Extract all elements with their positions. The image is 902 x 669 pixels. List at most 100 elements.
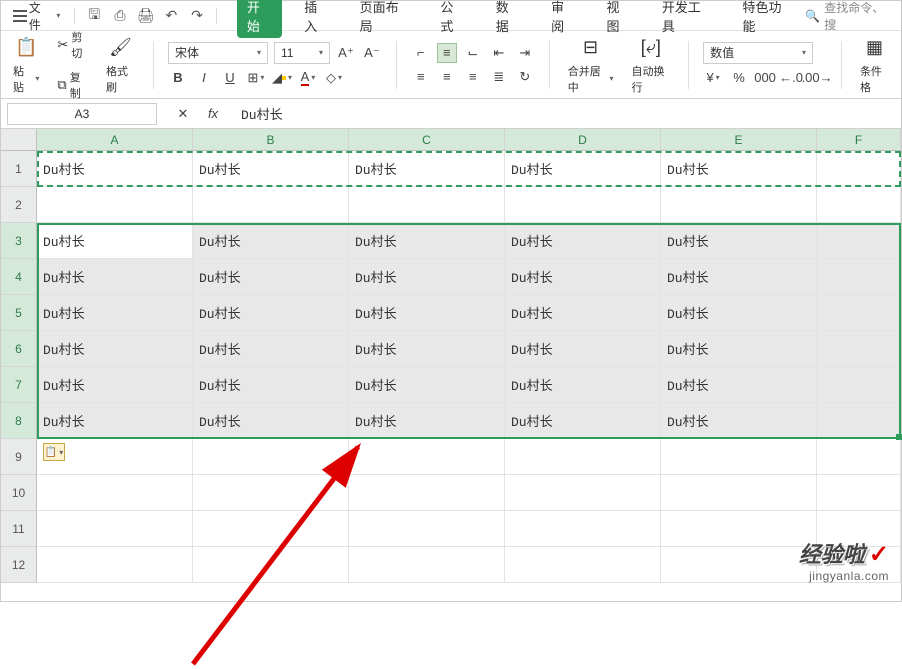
- cell[interactable]: [661, 511, 817, 547]
- cell[interactable]: [37, 475, 193, 511]
- bold-button[interactable]: B: [168, 68, 188, 88]
- cell[interactable]: Du村长: [193, 295, 349, 331]
- cell[interactable]: [37, 187, 193, 223]
- merge-center-button[interactable]: ⊟ 合并居中▾: [564, 33, 618, 97]
- col-header-E[interactable]: E: [661, 129, 817, 150]
- cell[interactable]: [349, 475, 505, 511]
- cell[interactable]: [193, 511, 349, 547]
- row-header[interactable]: 5: [1, 295, 37, 331]
- cell[interactable]: Du村长: [349, 223, 505, 259]
- cell[interactable]: [193, 187, 349, 223]
- align-center-icon[interactable]: ≡: [437, 67, 457, 87]
- cell[interactable]: Du村长: [349, 295, 505, 331]
- row-header[interactable]: 9: [1, 439, 37, 475]
- col-header-C[interactable]: C: [349, 129, 505, 150]
- increase-font-icon[interactable]: A⁺: [336, 43, 356, 63]
- redo-icon[interactable]: ↷: [186, 5, 208, 27]
- cell[interactable]: [505, 475, 661, 511]
- cell[interactable]: [817, 475, 901, 511]
- cell[interactable]: [37, 547, 193, 583]
- cell[interactable]: [661, 547, 817, 583]
- cell[interactable]: Du村长: [505, 403, 661, 439]
- row-header[interactable]: 12: [1, 547, 37, 583]
- search-command[interactable]: 🔍 查找命令、搜: [805, 0, 895, 33]
- cell[interactable]: Du村长: [193, 151, 349, 187]
- cell[interactable]: [661, 475, 817, 511]
- cut-button[interactable]: ✂剪切: [53, 27, 92, 63]
- cell[interactable]: Du村长: [349, 331, 505, 367]
- border-button[interactable]: ⊞▾: [246, 68, 266, 88]
- cell[interactable]: Du村长: [505, 259, 661, 295]
- cell[interactable]: Du村长: [661, 223, 817, 259]
- font-color-button[interactable]: A▾: [298, 68, 318, 88]
- col-header-B[interactable]: B: [193, 129, 349, 150]
- cell[interactable]: Du村长: [505, 295, 661, 331]
- justify-icon[interactable]: ≣: [489, 67, 509, 87]
- comma-button[interactable]: 000: [755, 68, 775, 88]
- cell[interactable]: Du村长: [661, 151, 817, 187]
- tab-insert[interactable]: 插入: [296, 0, 337, 39]
- row-header[interactable]: 11: [1, 511, 37, 547]
- cell[interactable]: Du村长: [505, 151, 661, 187]
- tab-page-layout[interactable]: 页面布局: [352, 0, 419, 39]
- cell[interactable]: Du村长: [37, 151, 193, 187]
- cell[interactable]: [817, 187, 901, 223]
- tab-formulas[interactable]: 公式: [432, 0, 473, 39]
- cell[interactable]: [661, 439, 817, 475]
- cell[interactable]: Du村长: [37, 295, 193, 331]
- cell[interactable]: Du村长: [349, 403, 505, 439]
- row-header[interactable]: 3: [1, 223, 37, 259]
- cell[interactable]: Du村长: [193, 331, 349, 367]
- cell[interactable]: [193, 547, 349, 583]
- paste-options-button[interactable]: 📋: [43, 443, 65, 461]
- cell[interactable]: Du村长: [349, 367, 505, 403]
- cell[interactable]: Du村长: [661, 331, 817, 367]
- col-header-F[interactable]: F: [817, 129, 901, 150]
- wrap-text-button[interactable]: [⤶] 自动换行: [627, 33, 674, 97]
- cell[interactable]: [505, 439, 661, 475]
- cell[interactable]: Du村长: [37, 403, 193, 439]
- format-painter-button[interactable]: 🖌 格式刷: [102, 33, 139, 97]
- clear-format-icon[interactable]: ◇▾: [324, 68, 344, 88]
- cell[interactable]: [193, 475, 349, 511]
- orientation-icon[interactable]: ↻: [515, 67, 535, 87]
- align-top-icon[interactable]: ⌐: [411, 43, 431, 63]
- cell[interactable]: [505, 547, 661, 583]
- col-header-A[interactable]: A: [37, 129, 193, 150]
- cell[interactable]: [817, 151, 901, 187]
- cell[interactable]: [817, 367, 901, 403]
- print-preview-icon[interactable]: ⎙: [109, 5, 131, 27]
- cell[interactable]: [349, 439, 505, 475]
- col-header-D[interactable]: D: [505, 129, 661, 150]
- cell[interactable]: [817, 403, 901, 439]
- name-box[interactable]: A3: [7, 103, 157, 125]
- cell[interactable]: Du村长: [349, 259, 505, 295]
- align-middle-icon[interactable]: ≡: [437, 43, 457, 63]
- cell[interactable]: [817, 223, 901, 259]
- row-header[interactable]: 10: [1, 475, 37, 511]
- paste-button[interactable]: 📋 粘贴▾: [9, 33, 43, 97]
- cell[interactable]: [37, 511, 193, 547]
- align-right-icon[interactable]: ≡: [463, 67, 483, 87]
- row-header[interactable]: 8: [1, 403, 37, 439]
- currency-button[interactable]: ¥▾: [703, 68, 723, 88]
- copy-button[interactable]: ⧉复制: [53, 67, 92, 103]
- row-header[interactable]: 4: [1, 259, 37, 295]
- undo-icon[interactable]: ↶: [160, 5, 182, 27]
- cell[interactable]: Du村长: [661, 295, 817, 331]
- row-header[interactable]: 7: [1, 367, 37, 403]
- cell[interactable]: [817, 439, 901, 475]
- decrease-indent-icon[interactable]: ⇤: [489, 43, 509, 63]
- underline-button[interactable]: U: [220, 68, 240, 88]
- fx-icon[interactable]: fx: [203, 104, 223, 124]
- cell[interactable]: Du村长: [349, 151, 505, 187]
- cell[interactable]: Du村长: [37, 331, 193, 367]
- cell[interactable]: Du村长: [505, 367, 661, 403]
- align-bottom-icon[interactable]: ⌙: [463, 43, 483, 63]
- row-header[interactable]: 6: [1, 331, 37, 367]
- cell[interactable]: Du村长: [193, 367, 349, 403]
- cell[interactable]: [349, 511, 505, 547]
- formula-input[interactable]: Du村长: [233, 104, 901, 123]
- align-left-icon[interactable]: ≡: [411, 67, 431, 87]
- cell[interactable]: Du村长: [505, 223, 661, 259]
